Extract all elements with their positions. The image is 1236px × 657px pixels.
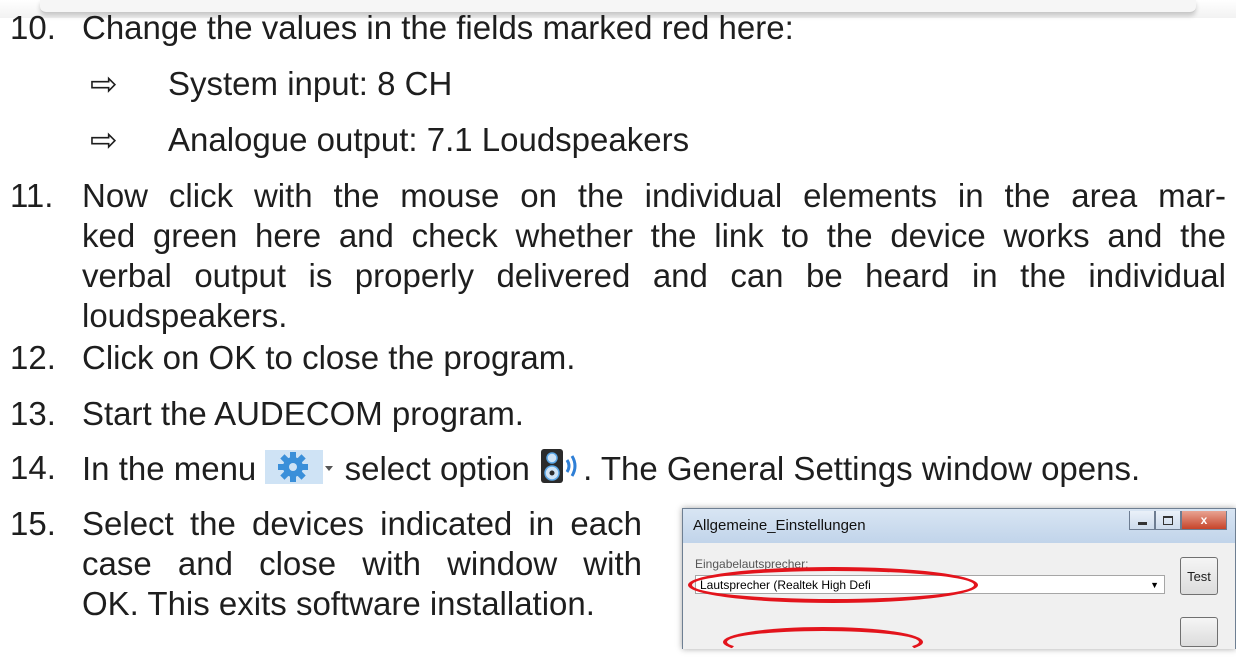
step-number: 15. [10, 505, 56, 542]
step-10-bullet-2: ⇨ Analogue output: 7.1 Loudspeakers [90, 120, 689, 160]
step-text: Start the AUDECOM program. [82, 395, 524, 432]
step-text-part: select option [344, 450, 530, 487]
text-line: verbal output is properly delivered and … [82, 257, 1226, 294]
step-text-part: In the menu [82, 450, 257, 487]
red-highlight-oval [688, 567, 978, 603]
minimize-button[interactable] [1129, 511, 1155, 530]
step-11-text: Now click with the mouse on the individu… [82, 176, 1226, 336]
settings-window: Allgemeine_Einstellungen x Eingabelautsp… [682, 508, 1236, 657]
step-text: Click on OK to close the program. [82, 339, 576, 376]
red-highlight-oval [723, 627, 923, 657]
maximize-button[interactable] [1155, 511, 1181, 530]
window-title: Allgemeine_Einstellungen [693, 517, 866, 534]
step-number: 13. [10, 395, 56, 432]
step-text-part: . The General Settings window opens. [583, 450, 1141, 487]
step-number: 14. [10, 449, 56, 486]
maximize-icon [1163, 516, 1173, 525]
step-text: Change the values in the fields marked r… [82, 9, 794, 46]
text-line: Now click with the mouse on the individu… [82, 177, 1226, 214]
minimize-icon [1137, 522, 1147, 525]
window-titlebar: Allgemeine_Einstellungen x [683, 509, 1235, 543]
text-line: case and close with window with [82, 545, 642, 582]
arrow-icon: ⇨ [90, 121, 118, 158]
text-line: ked green here and check whether the lin… [82, 217, 1226, 254]
bullet-text: System input: 8 CH [168, 65, 453, 102]
gear-icon [265, 450, 335, 493]
text-line: loudspeakers. [82, 297, 288, 334]
step-number: 11. [10, 177, 54, 214]
step-10-bullet-1: ⇨ System input: 8 CH [90, 64, 452, 104]
step-number: 10. [10, 9, 56, 46]
step-number: 12. [10, 339, 56, 376]
text-line: Select the devices indicated in each [82, 505, 642, 542]
test-button-2[interactable] [1180, 617, 1218, 647]
test-button[interactable]: Test [1180, 557, 1218, 595]
step-text: In the menu select option . The General … [82, 448, 1140, 493]
speaker-icon [539, 448, 583, 493]
text-line: OK. This exits software installation. [82, 585, 595, 622]
step-15-text: Select the devices indicated in each cas… [82, 504, 642, 624]
window-controls: x [1129, 511, 1227, 531]
chevron-down-icon: ▼ [1150, 580, 1159, 590]
bullet-text: Analogue output: 7.1 Loudspeakers [168, 121, 690, 158]
close-button[interactable]: x [1181, 511, 1227, 530]
arrow-icon: ⇨ [90, 65, 118, 102]
